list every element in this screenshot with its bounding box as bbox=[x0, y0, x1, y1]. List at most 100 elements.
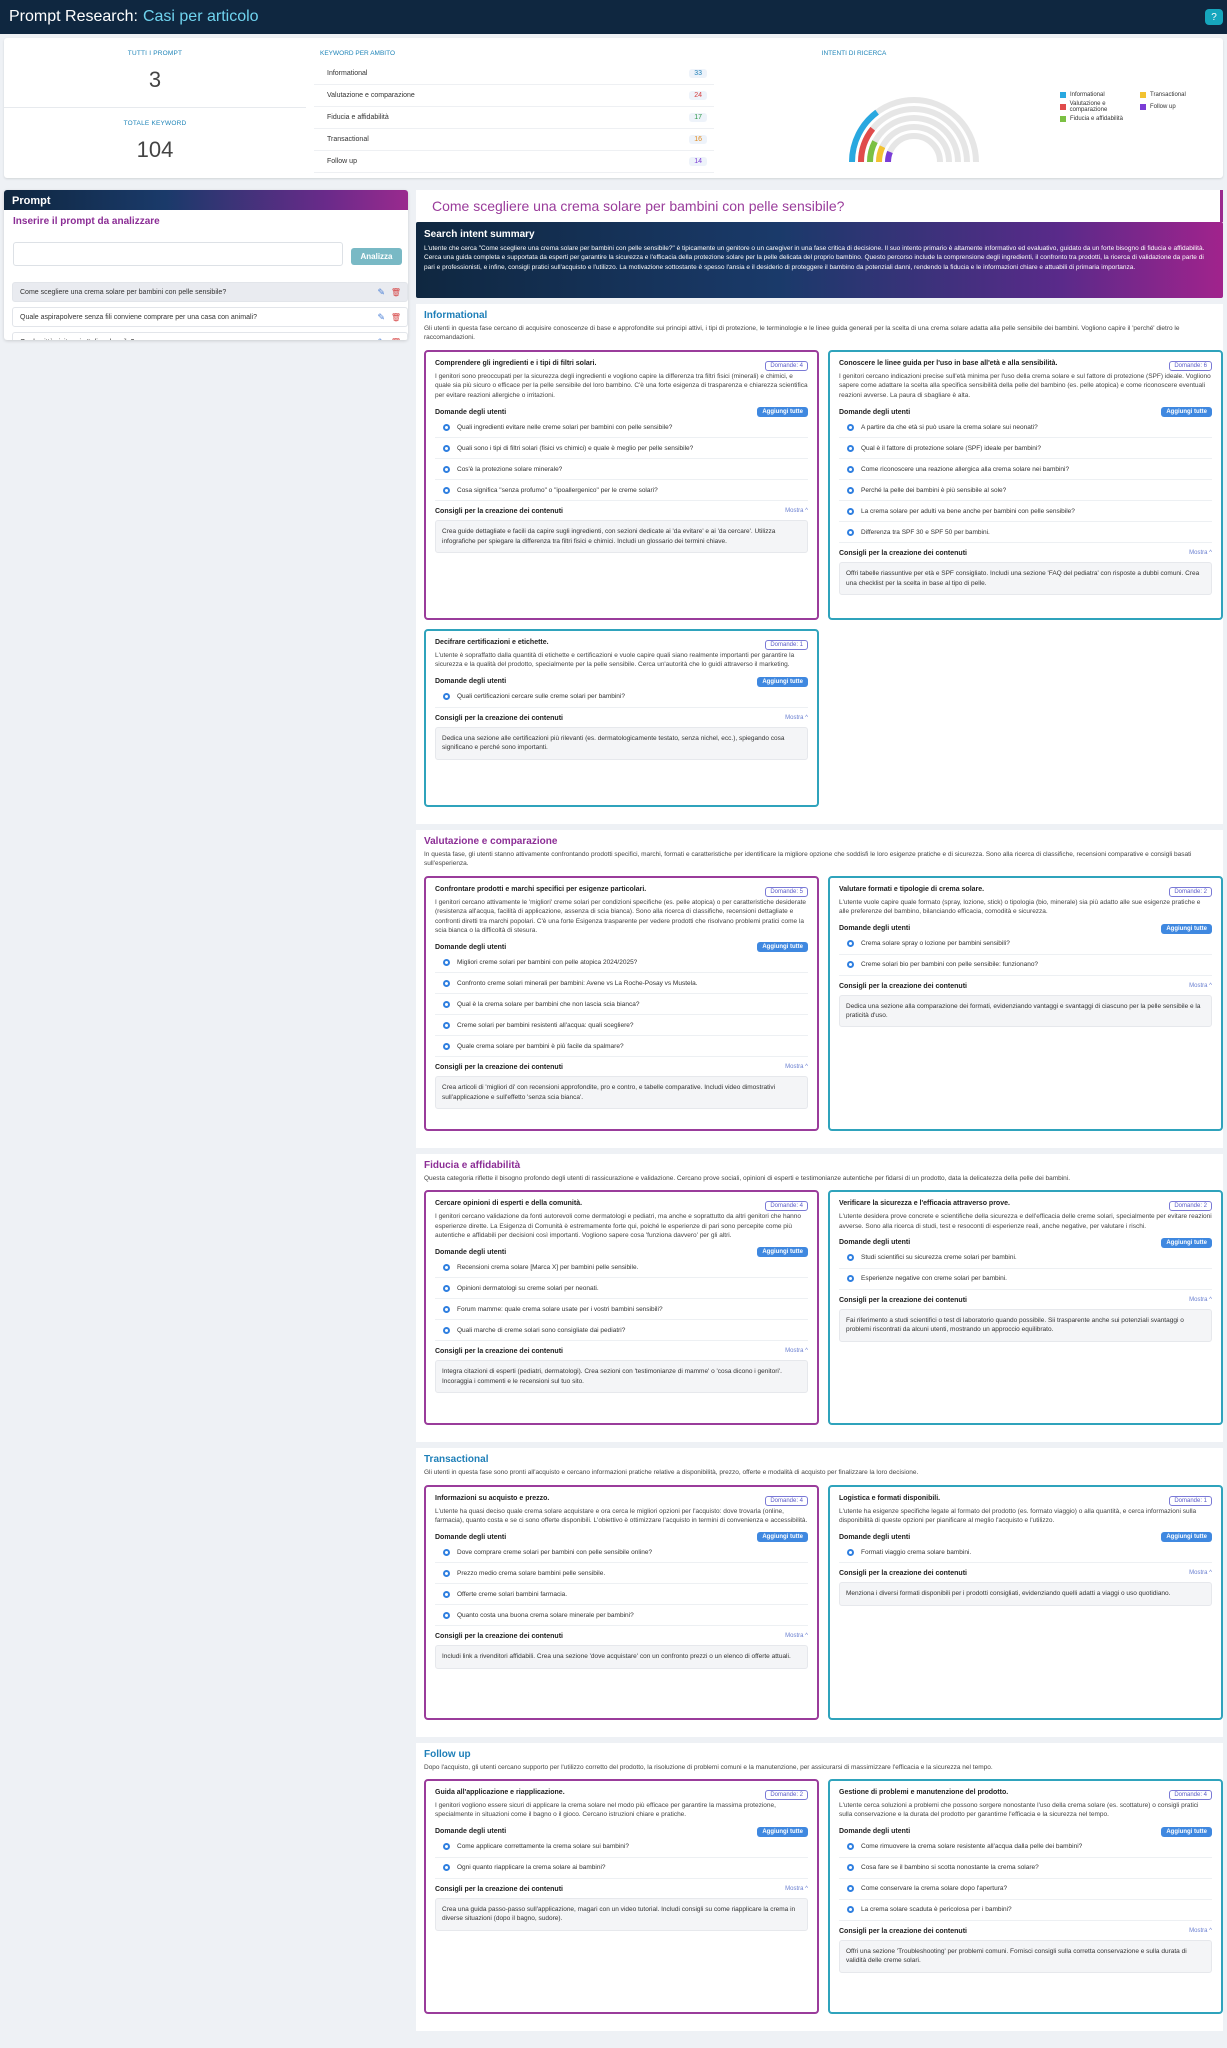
add-all-button[interactable]: Aggiungi tutte bbox=[1161, 923, 1212, 934]
plus-circle-icon[interactable] bbox=[443, 1548, 450, 1556]
question-item[interactable]: Forum mamme: quale crema solare usate pe… bbox=[435, 1299, 808, 1321]
plus-circle-icon[interactable] bbox=[443, 1000, 450, 1008]
plus-circle-icon[interactable] bbox=[847, 423, 854, 431]
add-all-button[interactable]: Aggiungi tutte bbox=[1161, 407, 1212, 418]
plus-circle-icon[interactable] bbox=[443, 1864, 450, 1872]
plus-circle-icon[interactable] bbox=[443, 958, 450, 966]
plus-circle-icon[interactable] bbox=[443, 1326, 450, 1334]
plus-circle-icon[interactable] bbox=[847, 444, 854, 452]
question-item[interactable]: Cosa fare se il bambino si scotta nonost… bbox=[839, 1858, 1212, 1879]
add-all-button[interactable]: Aggiungi tutte bbox=[757, 942, 808, 953]
question-item[interactable]: La crema solare scaduta è pericolosa per… bbox=[839, 1900, 1212, 1921]
question-item[interactable]: A partire da che età si può usare la cre… bbox=[839, 417, 1212, 439]
plus-circle-icon[interactable] bbox=[443, 979, 450, 987]
question-item[interactable]: Esperienze negative con creme solari per… bbox=[839, 1269, 1212, 1290]
question-item[interactable]: Quali ingredienti evitare nelle creme so… bbox=[435, 417, 808, 439]
show-toggle[interactable]: Mostra ^ bbox=[785, 1886, 808, 1893]
add-all-button[interactable]: Aggiungi tutte bbox=[757, 1247, 808, 1258]
question-item[interactable]: Quale crema solare per bambini è più fac… bbox=[435, 1036, 808, 1058]
delete-icon[interactable]: 🗑 bbox=[391, 313, 401, 322]
show-toggle[interactable]: Mostra ^ bbox=[1189, 983, 1212, 990]
plus-circle-icon[interactable] bbox=[443, 423, 450, 431]
plus-circle-icon[interactable] bbox=[847, 961, 854, 969]
plus-circle-icon[interactable] bbox=[443, 444, 450, 452]
plus-circle-icon[interactable] bbox=[847, 1254, 854, 1262]
plus-circle-icon[interactable] bbox=[443, 1284, 450, 1292]
question-item[interactable]: Come riconoscere una reazione allergica … bbox=[839, 459, 1212, 481]
plus-circle-icon[interactable] bbox=[443, 486, 450, 494]
add-all-button[interactable]: Aggiungi tutte bbox=[757, 676, 808, 687]
question-item[interactable]: Prezzo medio crema solare bambini pelle … bbox=[435, 1563, 808, 1585]
plus-circle-icon[interactable] bbox=[443, 693, 450, 701]
question-item[interactable]: Opinioni dermatologi su creme solari per… bbox=[435, 1278, 808, 1300]
plus-circle-icon[interactable] bbox=[443, 465, 450, 473]
plus-circle-icon[interactable] bbox=[847, 528, 854, 536]
plus-circle-icon[interactable] bbox=[847, 486, 854, 494]
question-item[interactable]: Offerte creme solari bambini farmacia. bbox=[435, 1584, 808, 1606]
question-item[interactable]: Quali marche di creme solari sono consig… bbox=[435, 1320, 808, 1342]
plus-circle-icon[interactable] bbox=[443, 1590, 450, 1598]
question-item[interactable]: Recensioni crema solare [Marca X] per ba… bbox=[435, 1257, 808, 1279]
prompt-item[interactable]: Quale aspirapolvere senza fili conviene … bbox=[12, 307, 408, 327]
show-toggle[interactable]: Mostra ^ bbox=[785, 1633, 808, 1640]
analyze-button[interactable]: Analizza bbox=[351, 248, 402, 265]
plus-circle-icon[interactable] bbox=[847, 1885, 854, 1893]
add-all-button[interactable]: Aggiungi tutte bbox=[757, 407, 808, 418]
plus-circle-icon[interactable] bbox=[847, 1906, 854, 1914]
question-item[interactable]: Creme solari per bambini resistenti all'… bbox=[435, 1015, 808, 1037]
question-item[interactable]: Cos'è la protezione solare minerale? bbox=[435, 459, 808, 481]
add-all-button[interactable]: Aggiungi tutte bbox=[757, 1826, 808, 1837]
plus-circle-icon[interactable] bbox=[847, 465, 854, 473]
plus-circle-icon[interactable] bbox=[847, 1843, 854, 1851]
question-item[interactable]: Come conservare la crema solare dopo l'a… bbox=[839, 1879, 1212, 1900]
help-button[interactable]: ? bbox=[1205, 9, 1223, 25]
show-toggle[interactable]: Mostra ^ bbox=[1189, 1928, 1212, 1935]
show-toggle[interactable]: Mostra ^ bbox=[785, 1348, 808, 1355]
plus-circle-icon[interactable] bbox=[847, 507, 854, 515]
prompt-item[interactable]: Come scegliere una crema solare per bamb… bbox=[12, 282, 408, 302]
plus-circle-icon[interactable] bbox=[443, 1843, 450, 1851]
plus-circle-icon[interactable] bbox=[847, 940, 854, 948]
plus-circle-icon[interactable] bbox=[443, 1611, 450, 1619]
question-item[interactable]: Perché la pelle dei bambini è più sensib… bbox=[839, 480, 1212, 502]
question-item[interactable]: Confronto creme solari minerali per bamb… bbox=[435, 973, 808, 995]
question-item[interactable]: Creme solari bio per bambini con pelle s… bbox=[839, 955, 1212, 976]
question-item[interactable]: Dove comprare creme solari per bambini c… bbox=[435, 1542, 808, 1564]
show-toggle[interactable]: Mostra ^ bbox=[1189, 1570, 1212, 1577]
question-item[interactable]: Formati viaggio crema solare bambini. bbox=[839, 1542, 1212, 1564]
question-item[interactable]: Crema solare spray o lozione per bambini… bbox=[839, 934, 1212, 955]
prompt-input[interactable] bbox=[13, 242, 343, 266]
add-all-button[interactable]: Aggiungi tutte bbox=[1161, 1532, 1212, 1543]
plus-circle-icon[interactable] bbox=[847, 1548, 854, 1556]
add-all-button[interactable]: Aggiungi tutte bbox=[757, 1532, 808, 1543]
plus-circle-icon[interactable] bbox=[443, 1021, 450, 1029]
question-item[interactable]: La crema solare per adulti va bene anche… bbox=[839, 501, 1212, 523]
show-toggle[interactable]: Mostra ^ bbox=[785, 1064, 808, 1071]
plus-circle-icon[interactable] bbox=[443, 1305, 450, 1313]
show-toggle[interactable]: Mostra ^ bbox=[785, 715, 808, 722]
prompt-item[interactable]: Quale città visitare in Italia ad aprile… bbox=[12, 332, 408, 340]
question-item[interactable]: Qual è la crema solare per bambini che n… bbox=[435, 994, 808, 1016]
delete-icon[interactable]: 🗑 bbox=[391, 338, 401, 341]
question-item[interactable]: Come rimuovere la crema solare resistent… bbox=[839, 1837, 1212, 1858]
show-toggle[interactable]: Mostra ^ bbox=[785, 508, 808, 515]
plus-circle-icon[interactable] bbox=[443, 1263, 450, 1271]
plus-circle-icon[interactable] bbox=[443, 1042, 450, 1050]
delete-icon[interactable]: 🗑 bbox=[391, 288, 401, 297]
plus-circle-icon[interactable] bbox=[847, 1275, 854, 1283]
edit-icon[interactable]: ✎ bbox=[377, 287, 385, 298]
add-all-button[interactable]: Aggiungi tutte bbox=[1161, 1826, 1212, 1837]
question-item[interactable]: Quali certificazioni cercare sulle creme… bbox=[435, 687, 808, 708]
question-item[interactable]: Differenza tra SPF 30 e SPF 50 per bambi… bbox=[839, 522, 1212, 544]
question-item[interactable]: Studi scientifici su sicurezza creme sol… bbox=[839, 1248, 1212, 1269]
question-item[interactable]: Migliori creme solari per bambini con pe… bbox=[435, 952, 808, 974]
question-item[interactable]: Quanto costa una buona crema solare mine… bbox=[435, 1605, 808, 1627]
question-item[interactable]: Ogni quanto riapplicare la crema solare … bbox=[435, 1858, 808, 1879]
edit-icon[interactable]: ✎ bbox=[377, 337, 385, 341]
show-toggle[interactable]: Mostra ^ bbox=[1189, 1297, 1212, 1304]
question-item[interactable]: Cosa significa "senza profumo" o "ipoall… bbox=[435, 480, 808, 502]
edit-icon[interactable]: ✎ bbox=[377, 312, 385, 323]
question-item[interactable]: Quali sono i tipi di filtri solari (fisi… bbox=[435, 438, 808, 460]
add-all-button[interactable]: Aggiungi tutte bbox=[1161, 1237, 1212, 1248]
plus-circle-icon[interactable] bbox=[443, 1569, 450, 1577]
